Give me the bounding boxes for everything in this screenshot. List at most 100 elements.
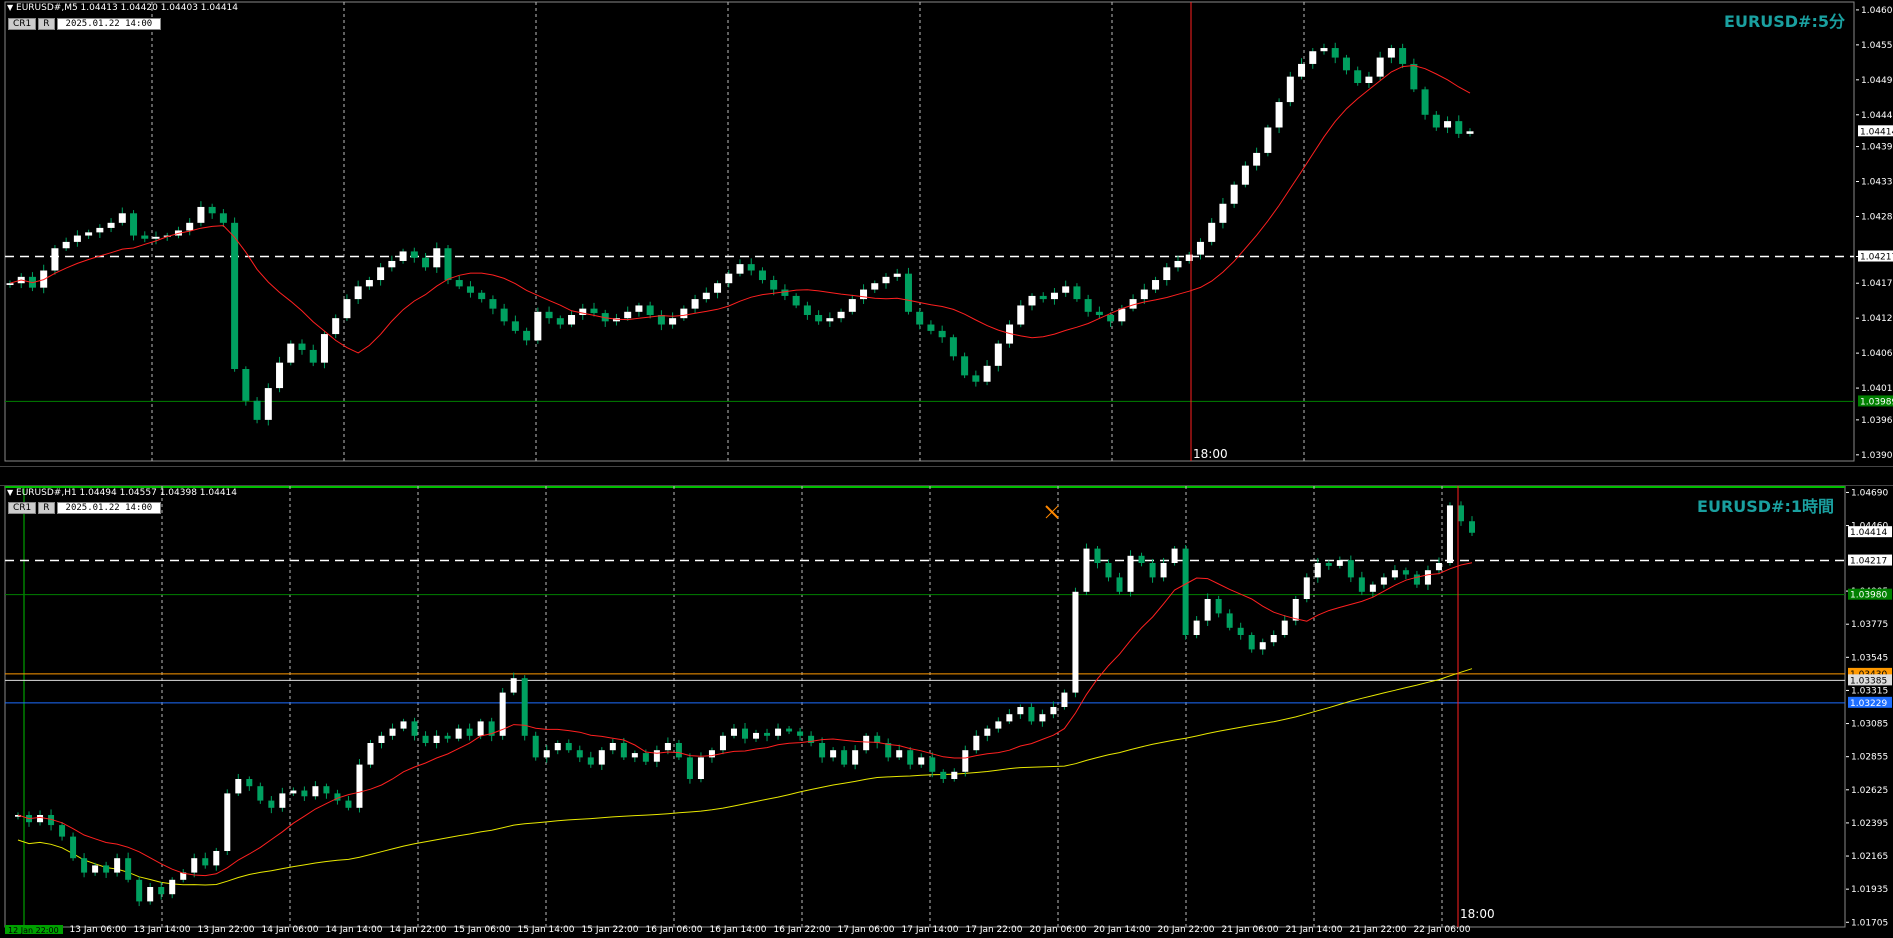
h1-time-label: 13 Jan 06:00 [70,925,127,934]
m5-candle-body [85,232,93,236]
pane-separator[interactable] [0,466,1893,486]
chevron-down-icon[interactable]: ▼ [7,488,13,497]
m5-candle-body [231,222,239,370]
h1-candle-body [59,825,66,837]
h1-time-label: 14 Jan 22:00 [390,925,447,934]
h1-datetime-input[interactable]: 2025.01.22 14:00 [56,502,162,514]
m5-candle-body [1309,51,1317,64]
h1-candle-body [819,743,826,758]
m5-price-label: 1.03905 [1861,451,1893,461]
h1-candle-body [1402,570,1409,575]
h1-chart-canvas[interactable]: 1.046901.044601.040051.037751.035451.033… [0,485,1893,935]
m5-candle-body [332,318,340,335]
h1-candle-body [742,728,748,739]
h1-candle-body [984,728,991,736]
chevron-down-icon[interactable]: ▼ [7,3,13,12]
m5-price-label: 1.03960 [1861,416,1893,426]
m5-datetime-input[interactable]: 2025.01.22 14:00 [56,18,162,30]
m5-candle-body [590,308,598,314]
m5-price-label: 1.04065 [1861,349,1893,359]
m5-candle-body [927,324,935,331]
m5-candle-body [972,375,980,382]
h1-moving-average [17,562,1473,877]
h1-candle-body [1413,574,1420,585]
h1-candle-body [378,735,385,743]
h1-time-label: 16 Jan 22:00 [774,925,831,934]
h1-candle-body [664,743,671,751]
h1-candle-body [775,728,782,736]
h1-time-label: 22 Jan 06:00 [1414,925,1471,934]
h1-candle-body [1017,707,1024,715]
m5-candle-body [1241,165,1249,185]
h1-candle-body [730,728,737,736]
chart-h1[interactable]: 1.046901.044601.040051.037751.035451.033… [0,485,1893,935]
m5-candle-body [1073,286,1081,300]
h1-candle-body [907,750,914,765]
m5-candle-body [758,270,766,281]
m5-candle-body [1331,48,1339,58]
m5-candle-body [837,311,845,319]
m5-price-label: 1.04335 [1861,178,1893,188]
m5-candle-body [276,362,284,389]
h1-time-label: 20 Jan 14:00 [1094,925,1151,934]
h1-candle-body [466,728,473,736]
m5-candle-body [781,289,789,296]
h1-candle-body [642,753,649,762]
h1-candle-body [1325,563,1332,566]
h1-candle-body [1237,627,1244,635]
h1-watermark: EURUSD#:1時間 [1697,497,1834,516]
m5-candle-body [1163,267,1171,281]
h1-candle-body [257,786,264,801]
h1-candle-body [1094,548,1101,563]
h1-candle-body [444,735,451,739]
h1-candle-body [169,879,176,895]
h1-price-label: 1.01935 [1851,885,1888,895]
h1-candle-body [510,678,517,693]
h1-candle-body [268,800,275,808]
m5-candle-body [388,260,396,268]
h1-cr-button[interactable]: CR1 [8,502,37,514]
m5-candle-body [848,299,856,312]
m5-candle-body [871,283,879,290]
h1-candle-body [863,735,870,751]
m5-price-label: 1.04495 [1861,76,1893,86]
h1-candle-body [1336,560,1343,566]
m5-candle-body [1387,48,1395,58]
m5-candle-body [422,257,430,268]
m5-cr-button[interactable]: CR1 [8,18,37,30]
m5-candle-body [669,318,677,325]
h1-r-button[interactable]: R [38,502,55,514]
h1-time-label: 17 Jan 06:00 [838,925,895,934]
h1-candle-body [1006,714,1013,722]
h1-time-label: 21 Jan 22:00 [1350,925,1407,934]
h1-symbol-header: ▼ EURUSD#,H1 1.04494 1.04557 1.04398 1.0… [7,488,237,498]
h1-candle-body [81,858,88,873]
m5-candle-body [983,365,991,382]
m5-candle-body [51,248,59,271]
m5-candle-body [714,283,722,293]
m5-price-label: 1.04440 [1861,111,1893,121]
chart-m5[interactable]: 1.04605 1.04550 1.04495 1.04440 1.04390 1.043… [0,0,1893,476]
m5-grid [151,2,1305,461]
h1-candle-body [103,865,110,873]
m5-chart-canvas[interactable]: 1.04605 1.04550 1.04495 1.04440 1.04390 1.043… [0,0,1893,476]
m5-candle-body [444,248,452,281]
m5-candle-body [1118,308,1126,322]
m5-candle-body [1298,63,1306,77]
h1-candle-body [1116,577,1123,592]
m5-candle-body [107,222,115,228]
h1-candle-body [356,764,363,808]
m5-watermark: EURUSD#:5分 [1724,12,1845,31]
m5-r-button[interactable]: R [38,18,55,30]
h1-time-label: 13 Jan 14:00 [134,925,191,934]
h1-candle-body [543,750,550,758]
h1-candle-body [70,836,77,859]
pencil-cursor-icon [1045,505,1059,519]
h1-candle-body [1270,635,1277,643]
m5-candle-body [1399,48,1407,64]
m5-candle-body [556,318,564,325]
m5-moving-average [9,64,1471,354]
h1-candle-body [686,757,693,779]
m5-candle-body [264,388,272,420]
m5-candle-body [466,286,474,293]
